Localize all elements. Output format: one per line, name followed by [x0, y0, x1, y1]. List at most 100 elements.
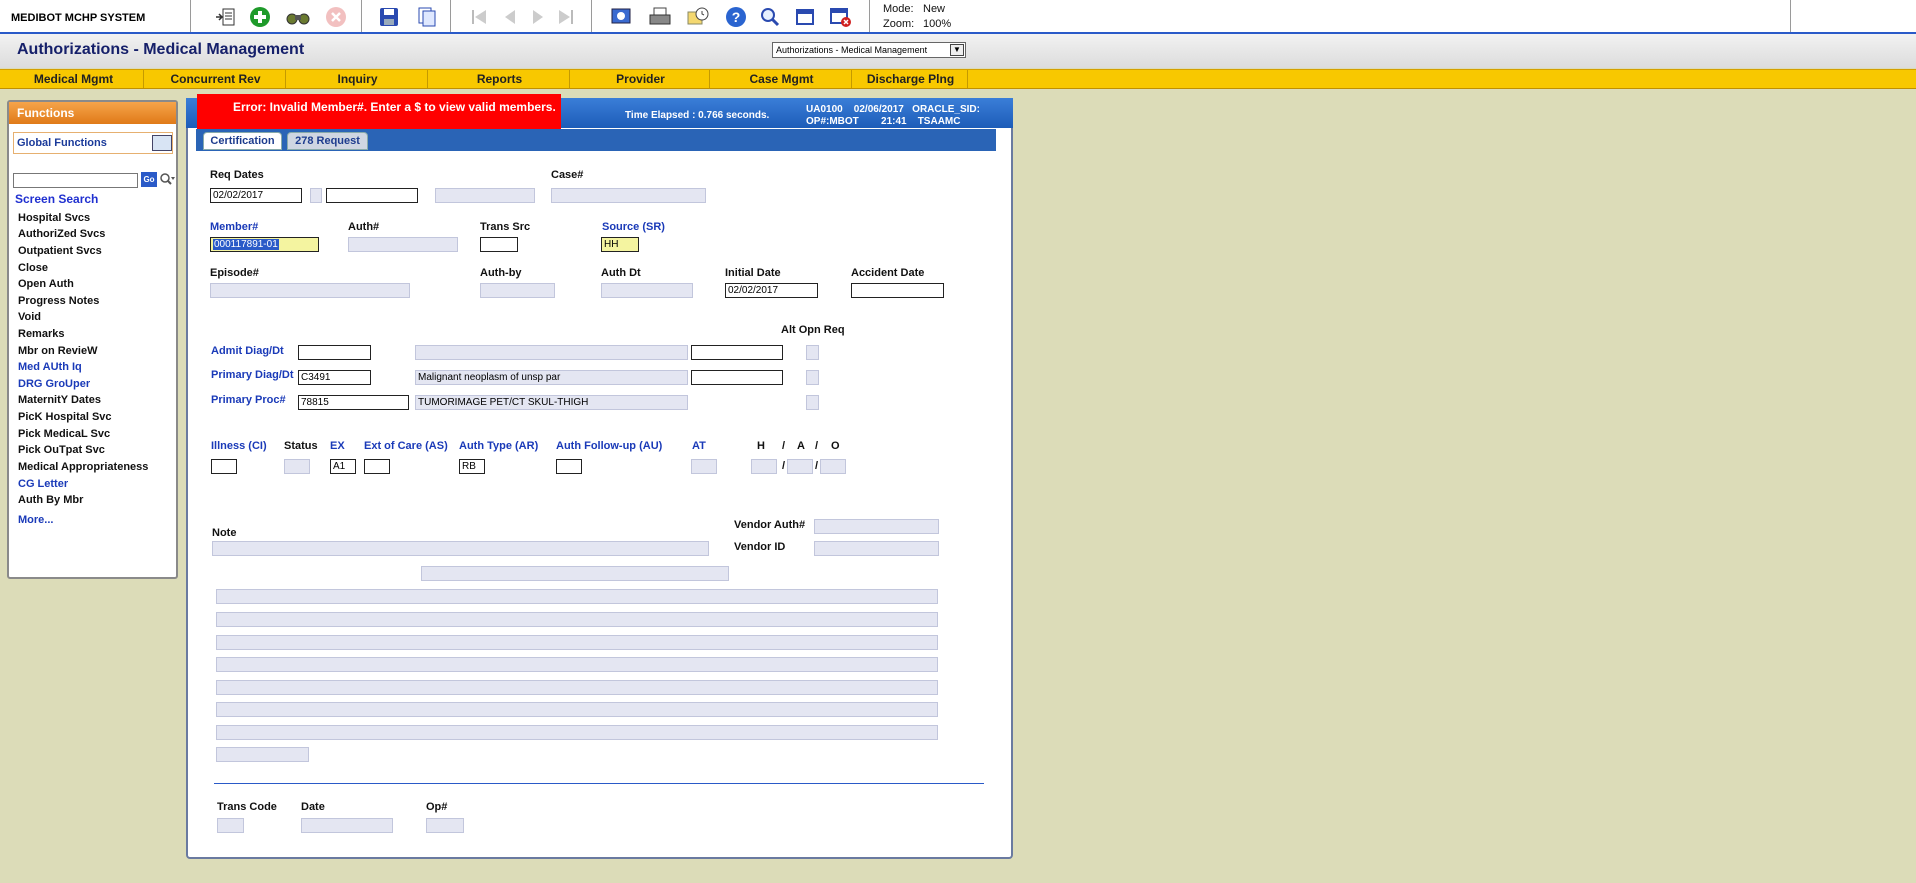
menu-medical-mgmt[interactable]: Medical Mgmt [4, 70, 144, 88]
function-item[interactable]: PicK Hospital Svc [18, 411, 112, 423]
menu-inquiry[interactable]: Inquiry [288, 70, 428, 88]
cancel-icon[interactable] [324, 5, 348, 29]
req-date-to-input[interactable] [326, 188, 418, 203]
zoom-label: Zoom: [883, 18, 915, 30]
member-value: 000117891-01 [213, 239, 279, 250]
admit-alt-opn-checkbox[interactable] [806, 345, 819, 360]
screen-select-value: Authorizations - Medical Management [776, 45, 928, 55]
function-item[interactable]: Pick MedicaL Svc [18, 428, 110, 440]
chevron-down-icon[interactable]: ▼ [950, 44, 964, 56]
function-item[interactable]: Medical Appropriateness [18, 461, 148, 473]
a-label: A [797, 440, 805, 452]
slash-label: / [782, 440, 786, 452]
function-item[interactable]: Pick OuTpat Svc [18, 444, 105, 456]
help-icon[interactable]: ? [724, 5, 748, 29]
toolbar-separator [450, 0, 451, 32]
note-field [212, 541, 709, 556]
global-functions[interactable]: Global Functions [13, 132, 173, 154]
menu-concurrent-rev[interactable]: Concurrent Rev [146, 70, 286, 88]
notes-clock-icon[interactable] [686, 5, 710, 29]
search-icon[interactable] [159, 172, 175, 189]
go-button[interactable]: Go [141, 172, 157, 187]
trans-src-input[interactable] [480, 237, 518, 252]
primary-alt-opn-checkbox[interactable] [806, 370, 819, 385]
function-item[interactable]: Close [18, 262, 48, 274]
next-record-icon[interactable] [526, 5, 550, 29]
function-item[interactable]: Mbr on RevieW [18, 345, 97, 357]
copy-icon[interactable] [415, 5, 439, 29]
function-item[interactable]: Remarks [18, 328, 64, 340]
primary-proc-input[interactable]: 78815 [298, 395, 409, 410]
primary-diag-date-input[interactable] [691, 370, 783, 385]
function-search-input[interactable] [13, 173, 138, 188]
menu-discharge-plng[interactable]: Discharge Plng [854, 70, 968, 88]
prev-record-icon[interactable] [498, 5, 522, 29]
add-icon[interactable] [248, 5, 272, 29]
toolbar-separator [1790, 0, 1791, 32]
function-item[interactable]: MaternitY Dates [18, 394, 101, 406]
ex-input[interactable]: A1 [330, 459, 356, 474]
last-record-icon[interactable] [554, 5, 578, 29]
close-window-icon[interactable] [829, 5, 853, 29]
function-item[interactable]: Open Auth [18, 278, 74, 290]
illness-input[interactable] [211, 459, 237, 474]
function-item[interactable]: Void [18, 311, 41, 323]
menu-provider[interactable]: Provider [572, 70, 710, 88]
member-input[interactable]: 000117891-01 [210, 237, 319, 252]
req-date-extra-field [435, 188, 535, 203]
trans-code-field [217, 818, 244, 833]
ext-care-input[interactable] [364, 459, 390, 474]
list-icon[interactable] [213, 5, 237, 29]
more-link[interactable]: More... [18, 514, 53, 526]
print-icon[interactable] [648, 5, 672, 29]
toolbar-separator [591, 0, 592, 32]
zoom-icon[interactable] [758, 5, 782, 29]
auth-followup-input[interactable] [556, 459, 582, 474]
toolbar-separator [190, 0, 191, 32]
admit-diag-date-input[interactable] [691, 345, 783, 360]
function-item[interactable]: CG Letter [18, 478, 68, 490]
screen-icon[interactable] [609, 5, 633, 29]
note-label: Note [212, 527, 237, 539]
tab-278-request[interactable]: 278 Request [287, 132, 368, 150]
initial-date-input[interactable]: 02/02/2017 [725, 283, 818, 298]
source-input[interactable]: HH [601, 237, 639, 252]
illness-label: Illness (CI) [211, 440, 267, 452]
note-line [216, 680, 938, 695]
auth-dt-label: Auth Dt [601, 267, 641, 279]
function-item[interactable]: Hospital Svcs [18, 212, 90, 224]
note-line [216, 725, 938, 740]
keyboard-icon[interactable] [152, 135, 172, 151]
menu-bar: Medical Mgmt Concurrent Rev Inquiry Repo… [0, 69, 1916, 89]
function-item[interactable]: AuthoriZed Svcs [18, 228, 105, 240]
first-record-icon[interactable] [467, 5, 491, 29]
req-date-from-input[interactable]: 02/02/2017 [210, 188, 302, 203]
menu-case-mgmt[interactable]: Case Mgmt [712, 70, 852, 88]
function-item[interactable]: Auth By Mbr [18, 494, 83, 506]
episode-field [210, 283, 410, 298]
window-icon[interactable] [793, 5, 817, 29]
function-item[interactable]: Med AUth Iq [18, 361, 82, 373]
function-item[interactable]: Outpatient Svcs [18, 245, 102, 257]
primary-diag-label: Primary Diag/Dt [211, 369, 294, 381]
auth-type-input[interactable]: RB [459, 459, 485, 474]
screen-select[interactable]: Authorizations - Medical Management ▼ [772, 42, 966, 58]
auth-type-label: Auth Type (AR) [459, 440, 539, 452]
req-dates-label: Req Dates [210, 169, 264, 181]
primary-diag-input[interactable]: C3491 [298, 370, 371, 385]
proc-alt-opn-checkbox[interactable] [806, 395, 819, 410]
function-item[interactable]: DRG GroUper [18, 378, 90, 390]
save-icon[interactable] [377, 5, 401, 29]
trans-code-label: Trans Code [217, 801, 277, 813]
menu-reports[interactable]: Reports [430, 70, 570, 88]
screen-search-label[interactable]: Screen Search [15, 192, 98, 206]
binoculars-icon[interactable] [286, 5, 310, 29]
accident-date-input[interactable] [851, 283, 944, 298]
tab-certification[interactable]: Certification [203, 132, 282, 150]
admit-diag-input[interactable] [298, 345, 371, 360]
function-item[interactable]: Progress Notes [18, 295, 99, 307]
error-message: Error: Invalid Member#. Enter a $ to vie… [197, 94, 561, 130]
date-field [301, 818, 393, 833]
admit-diag-label: Admit Diag/Dt [211, 345, 284, 357]
req-date-indicator[interactable] [310, 188, 322, 203]
